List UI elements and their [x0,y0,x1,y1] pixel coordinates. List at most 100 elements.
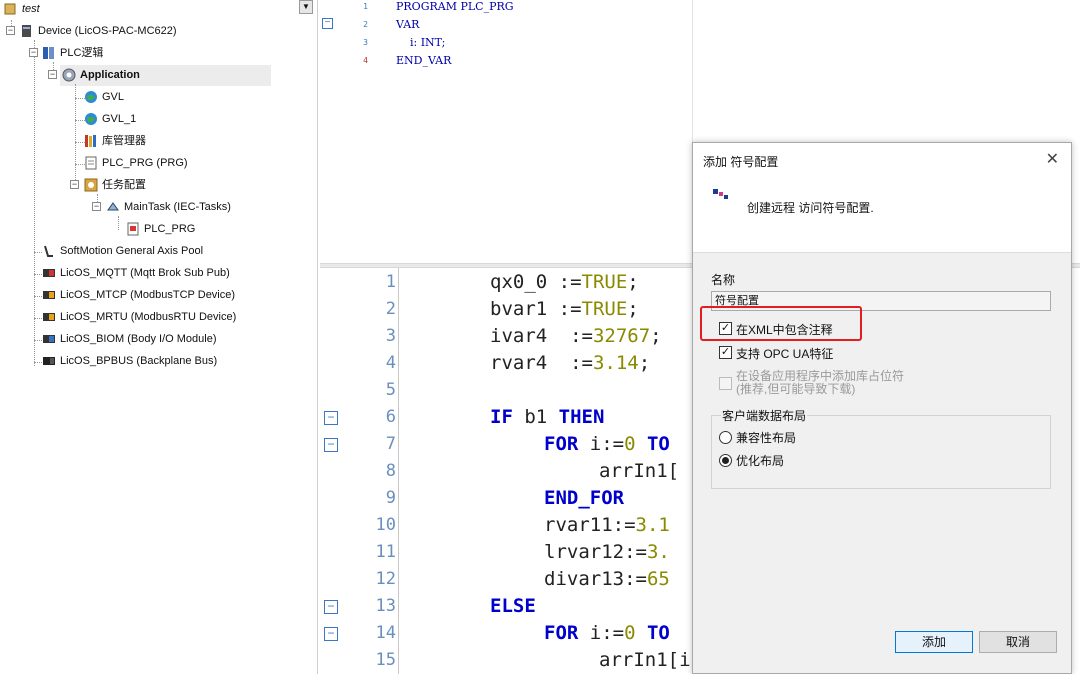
tree-item-label: LicOS_BPBUS (Backplane Bus) [60,355,218,367]
code-line: i: INT; [396,36,446,49]
tree-item-label: MainTask (IEC-Tasks) [124,201,231,213]
add-symbol-config-dialog: 添加 符号配置 ✕ 创建远程 访问符号配置. 名称 符号配置 ✓ 在XML中包含… [692,142,1072,674]
fold-icon[interactable]: − [324,600,338,614]
line-number: 3 [363,38,368,47]
code-line: END_VAR [396,54,452,67]
optimized-layout-radio[interactable] [719,454,732,467]
fold-icon[interactable]: − [324,411,338,425]
compat-layout-radio[interactable] [719,431,732,444]
collapse-toggle[interactable]: − [92,202,101,211]
client-layout-label: 客户端数据布局 [721,407,808,424]
tree-item-label: LicOS_BIOM (Body I/O Module) [60,333,217,345]
highlight-annotation [700,306,862,341]
tree-item-task-config[interactable]: 任务配置 [84,175,146,195]
line-number: 5 [385,380,396,400]
tree-item-mrtu[interactable]: LicOS_MRTU (ModbusRTU Device) [42,307,236,327]
tree-item-label: LicOS_MRTU (ModbusRTU Device) [60,311,237,323]
tree-item-application[interactable]: Application [62,65,140,85]
tree-item-label: PLC逻辑 [60,47,104,59]
module-icon [42,332,56,346]
fold-icon[interactable]: − [324,627,338,641]
dialog-description: 创建远程 访问符号配置. [747,201,874,215]
code-line: rvar4 :=3.14; [490,352,651,374]
line-number: 1 [385,272,396,292]
module-icon [42,354,56,368]
tree-item-label: test [22,3,40,15]
collapse-toggle[interactable]: − [6,26,15,35]
tree-item-maintask[interactable]: MainTask (IEC-Tasks) [106,197,231,217]
cancel-button[interactable]: 取消 [979,631,1057,653]
tree-item-device[interactable]: Device (LicOS-PAC-MC622) [20,21,177,41]
tree-item-gvl[interactable]: GVL [84,87,124,107]
tree-item-label: GVL_1 [102,113,137,125]
program-call-icon [126,222,140,236]
code-line: PROGRAM PLC_PRG [396,0,514,13]
tree-item-bpbus[interactable]: LicOS_BPBUS (Backplane Bus) [42,351,217,371]
module-icon [42,288,56,302]
fold-icon[interactable]: − [322,18,333,29]
tree-item-label: Device (LicOS-PAC-MC622) [38,25,177,37]
collapse-toggle[interactable]: − [29,48,38,57]
line-number: 7 [385,434,396,454]
line-number: 9 [385,488,396,508]
line-number: 11 [375,542,396,562]
line-number: 10 [375,515,396,535]
line-number: 3 [385,326,396,346]
tree-item-gvl1[interactable]: GVL_1 [84,109,136,129]
globe-icon [84,90,98,104]
dialog-title: 添加 符号配置 [703,155,779,169]
project-icon [4,2,18,16]
line-number: 4 [363,56,368,65]
tree-item-task-plc-prg[interactable]: PLC_PRG [126,219,195,239]
line-number: 4 [385,353,396,373]
gear-icon [62,68,76,82]
tree-item-biom[interactable]: LicOS_BIOM (Body I/O Module) [42,329,217,349]
line-number: 2 [385,299,396,319]
tree-item-plc-prg[interactable]: PLC_PRG (PRG) [84,153,188,173]
code-line: bvar1 :=TRUE; [490,298,639,320]
tree-item-softmotion[interactable]: SoftMotion General Axis Pool [42,241,203,261]
tree-item-mtcp[interactable]: LicOS_MTCP (ModbusTCP Device) [42,285,235,305]
line-number: 6 [385,407,396,427]
line-number: 12 [375,569,396,589]
axis-pool-icon [42,244,56,258]
collapse-toggle[interactable]: − [48,70,57,79]
line-number: 13 [375,596,396,616]
dialog-titlebar[interactable]: 添加 符号配置 ✕ [693,143,1071,175]
library-placeholder-label: 在设备应用程序中添加库占位符 (推荐,但可能导致下载) [736,369,905,396]
code-line: qx0_0 :=TRUE; [490,271,639,293]
opcua-label: 支持 OPC UA特征 [736,347,834,361]
code-line: ELSE [490,595,536,617]
library-placeholder-checkbox[interactable] [719,377,732,390]
tree-item-library-manager[interactable]: 库管理器 [84,131,146,151]
optimized-layout-label: 优化布局 [736,454,785,468]
close-icon[interactable]: ✕ [1046,149,1059,169]
code-line: END_FOR [544,487,625,509]
module-icon [42,266,56,280]
fold-icon[interactable]: − [324,438,338,452]
line-number: 8 [385,461,396,481]
collapse-toggle[interactable]: − [70,180,79,189]
task-config-icon [84,178,98,192]
task-icon [106,200,120,214]
globe-icon [84,112,98,126]
tree-item-label: PLC_PRG (PRG) [102,157,188,169]
add-button[interactable]: 添加 [895,631,973,653]
code-line: lrvar12:=3. [544,541,670,563]
tree-item-label: SoftMotion General Axis Pool [60,245,204,257]
opcua-checkbox[interactable]: ✓ [719,346,732,359]
code-line: VAR [396,18,420,31]
line-number: 15 [375,650,396,670]
library-icon [84,134,98,148]
tree-item-mqtt[interactable]: LicOS_MQTT (Mqtt Brok Sub Pub) [42,263,230,283]
tree-item-plc-logic[interactable]: PLC逻辑 [42,43,103,63]
module-icon [42,310,56,324]
tree-item-label: 库管理器 [102,135,146,147]
tree-item-root[interactable]: test [4,0,40,19]
symbol-config-icon [713,189,731,203]
code-line: FOR i:=0 TO [544,622,670,644]
tree-item-label: 任务配置 [102,179,146,191]
tree-dropdown-button[interactable]: ▼ [299,0,313,14]
tree-item-label: GVL [102,91,125,103]
program-icon [84,156,98,170]
